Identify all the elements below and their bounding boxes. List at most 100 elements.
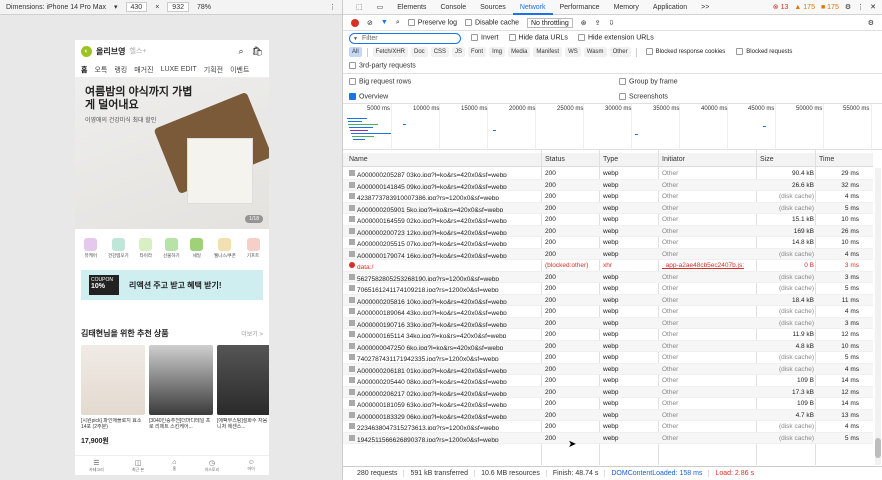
overview-checkbox[interactable]: Overview: [349, 92, 388, 100]
type-font[interactable]: Font: [468, 47, 487, 57]
request-row[interactable]: 2234638047315273613.jpg?rs=1200x0&sf=web…: [343, 421, 873, 433]
issue-count[interactable]: ■ 175: [821, 4, 839, 11]
request-row[interactable]: 7065161241174109218.jpg?rs=1200x0&sf=web…: [343, 283, 873, 295]
gear-icon[interactable]: ⚙: [845, 3, 851, 11]
device-toggle-icon[interactable]: ▭: [370, 0, 391, 15]
dimensions-select[interactable]: Dimensions: iPhone 14 Pro Max: [6, 4, 106, 11]
category-item[interactable]: 뷰케어: [84, 237, 98, 259]
request-row[interactable]: A000000205901 5ko.jpg?l=ko&rs=420x0&sf=w…: [343, 202, 873, 214]
request-row[interactable]: A000000205440 08ko.jpg?l=ko&rs=420x0&sf=…: [343, 375, 873, 387]
nav-luxe[interactable]: LUXE EDIT: [161, 66, 197, 73]
request-row[interactable]: 1942511566626890378.jpg?rs=1200x0&sf=web…: [343, 432, 873, 444]
type-other[interactable]: Other: [609, 47, 631, 57]
type-img[interactable]: Img: [489, 47, 506, 57]
nav-special[interactable]: 오특: [94, 65, 107, 75]
category-item[interactable]: 세일: [190, 237, 204, 259]
bottom-nav-home[interactable]: ⌂ 홈: [172, 459, 176, 472]
tab-memory[interactable]: Memory: [607, 0, 646, 15]
error-count[interactable]: ⊗ 13: [773, 3, 789, 11]
nav-magazine[interactable]: 매거진: [134, 65, 153, 75]
col-time[interactable]: Time: [819, 156, 834, 163]
type-doc[interactable]: Doc: [411, 47, 428, 57]
col-size[interactable]: Size: [760, 156, 774, 163]
request-row[interactable]: A000000190716 33ko.jpg?l=ko&rs=420x0&sf=…: [343, 317, 873, 329]
request-row[interactable]: A000000205515 07ko.jpg?l=ko&rs=420x0&sf=…: [343, 237, 873, 249]
record-icon[interactable]: [351, 18, 359, 27]
table-scrollbar[interactable]: [875, 168, 881, 465]
request-row[interactable]: A000000183329 06ko.jpg?l=ko&rs=420x0&sf=…: [343, 409, 873, 421]
bottom-nav-recent[interactable]: ◫ 최근 본: [132, 459, 144, 473]
category-item[interactable]: 타이라: [139, 237, 153, 259]
inspect-icon[interactable]: ⬚: [349, 0, 370, 15]
preserve-log-checkbox[interactable]: Preserve log: [407, 18, 457, 26]
request-row[interactable]: A000000165114 34ko.jpg?l=ko&rs=420x0&sf=…: [343, 329, 873, 341]
disable-cache-checkbox[interactable]: Disable cache: [465, 18, 519, 26]
oliveyoung-logo-icon[interactable]: ◐: [81, 45, 92, 57]
filter-icon[interactable]: ▼: [381, 19, 388, 26]
search-icon[interactable]: ⌕: [239, 46, 244, 57]
product-card[interactable]: [시원pick] 파인애플로지 효소 14포 (2주분) 17,900원: [81, 345, 145, 446]
category-item[interactable]: 선물하기: [163, 237, 180, 259]
clear-icon[interactable]: ⊘: [367, 19, 373, 27]
blocked-requests-checkbox[interactable]: Blocked requests: [736, 48, 792, 56]
type-ws[interactable]: WS: [565, 47, 581, 57]
type-css[interactable]: CSS: [430, 47, 450, 57]
hide-data-urls-checkbox[interactable]: Hide data URLs: [508, 34, 568, 42]
big-rows-checkbox[interactable]: Big request rows: [349, 77, 411, 85]
import-icon[interactable]: ⇪: [595, 19, 601, 27]
product-card[interactable]: [3040인증추천]더마디테일 프로 리제트 스킨케어...: [149, 345, 213, 446]
gear-icon[interactable]: ⚙: [868, 19, 882, 27]
request-row[interactable]: 4238773783910007386.jpg?rs=1200x0&sf=web…: [343, 191, 873, 203]
third-party-checkbox[interactable]: 3rd-party requests: [349, 62, 416, 70]
request-row[interactable]: A000000205287 03ko.jpg?l=ko&rs=420x0&sf=…: [343, 168, 873, 180]
request-row[interactable]: A000000206181 01ko.jpg?l=ko&rs=420x0&sf=…: [343, 363, 873, 375]
group-by-frame-checkbox[interactable]: Group by frame: [619, 77, 678, 85]
filter-input[interactable]: Filter: [349, 32, 461, 44]
request-row[interactable]: 5627582805253268190.jpg?rs=1200x0&sf=web…: [343, 271, 873, 283]
height-input[interactable]: 932: [167, 2, 189, 12]
tab-sources[interactable]: Sources: [473, 0, 513, 15]
warning-count[interactable]: ▲ 175: [794, 4, 815, 11]
nav-home[interactable]: 홈: [81, 65, 87, 75]
category-item[interactable]: 기프트: [246, 237, 260, 259]
request-row[interactable]: A000000200723 12ko.jpg?l=ko&rs=420x0&sf=…: [343, 225, 873, 237]
nav-ranking[interactable]: 랭킹: [114, 65, 127, 75]
request-row[interactable]: data:/ (blocked:other) xhr _app-a2ae48cb5ec…: [343, 260, 873, 272]
recommend-more-link[interactable]: 더보기 >: [241, 329, 263, 338]
request-row[interactable]: A000000047250 6ko.jpg?l=ko&rs=420x0&sf=w…: [343, 340, 873, 352]
request-row[interactable]: A000000205816 10ko.jpg?l=ko&rs=420x0&sf=…: [343, 294, 873, 306]
promo-banner[interactable]: COUPON 10% 리액션 주고 받고 혜택 받기!: [81, 270, 263, 300]
throttling-select[interactable]: No throttling: [527, 17, 573, 28]
category-item[interactable]: 건강템모기: [108, 237, 129, 259]
zoom-select[interactable]: 78%: [197, 4, 211, 11]
more-tabs[interactable]: >>: [694, 0, 716, 15]
request-row[interactable]: A000000141845 09ko.jpg?l=ko&rs=420x0&sf=…: [343, 179, 873, 191]
request-row[interactable]: A000000189064 43ko.jpg?l=ko&rs=420x0&sf=…: [343, 306, 873, 318]
type-media[interactable]: Media: [508, 47, 531, 57]
col-status[interactable]: Status: [545, 156, 565, 163]
tab-application[interactable]: Application: [646, 0, 694, 15]
network-conditions-icon[interactable]: ⊛: [581, 19, 587, 27]
type-wasm[interactable]: Wasm: [583, 47, 607, 57]
request-row[interactable]: A000000179074 16ko.jpg?l=ko&rs=420x0&sf=…: [343, 248, 873, 260]
tab-performance[interactable]: Performance: [553, 0, 607, 15]
bottom-nav-my[interactable]: ☺ 마이: [247, 459, 254, 472]
more-options-icon[interactable]: ⋮: [329, 3, 342, 11]
scrollbar-thumb[interactable]: [875, 438, 881, 458]
more-options-icon[interactable]: ⋮: [857, 3, 864, 11]
screenshots-checkbox[interactable]: Screenshots: [619, 92, 668, 100]
category-item[interactable]: 웰니스/쿠폰: [214, 237, 236, 259]
invert-checkbox[interactable]: Invert: [471, 34, 499, 42]
hero-banner[interactable]: 여름밤의 야식까지 가볍게 덜어내요 이영애의 건강미식 최대 할인 1/18: [75, 78, 269, 229]
width-input[interactable]: 430: [125, 2, 148, 12]
request-initiator[interactable]: _app-a2ae48cb5ec2407b.js:: [662, 262, 744, 269]
brand-sub[interactable]: 헬스+: [129, 46, 146, 56]
tab-network[interactable]: Network: [512, 0, 553, 15]
request-row[interactable]: 7402787431171942335.jpg?rs=1200x0&sf=web…: [343, 352, 873, 364]
export-icon[interactable]: ⇩: [609, 19, 615, 27]
tab-console[interactable]: Console: [433, 0, 473, 15]
col-initiator[interactable]: Initiator: [662, 156, 685, 163]
nav-exhibition[interactable]: 기획전: [204, 65, 223, 75]
type-all[interactable]: All: [349, 47, 362, 57]
brand-name[interactable]: 올리브영: [96, 46, 125, 57]
